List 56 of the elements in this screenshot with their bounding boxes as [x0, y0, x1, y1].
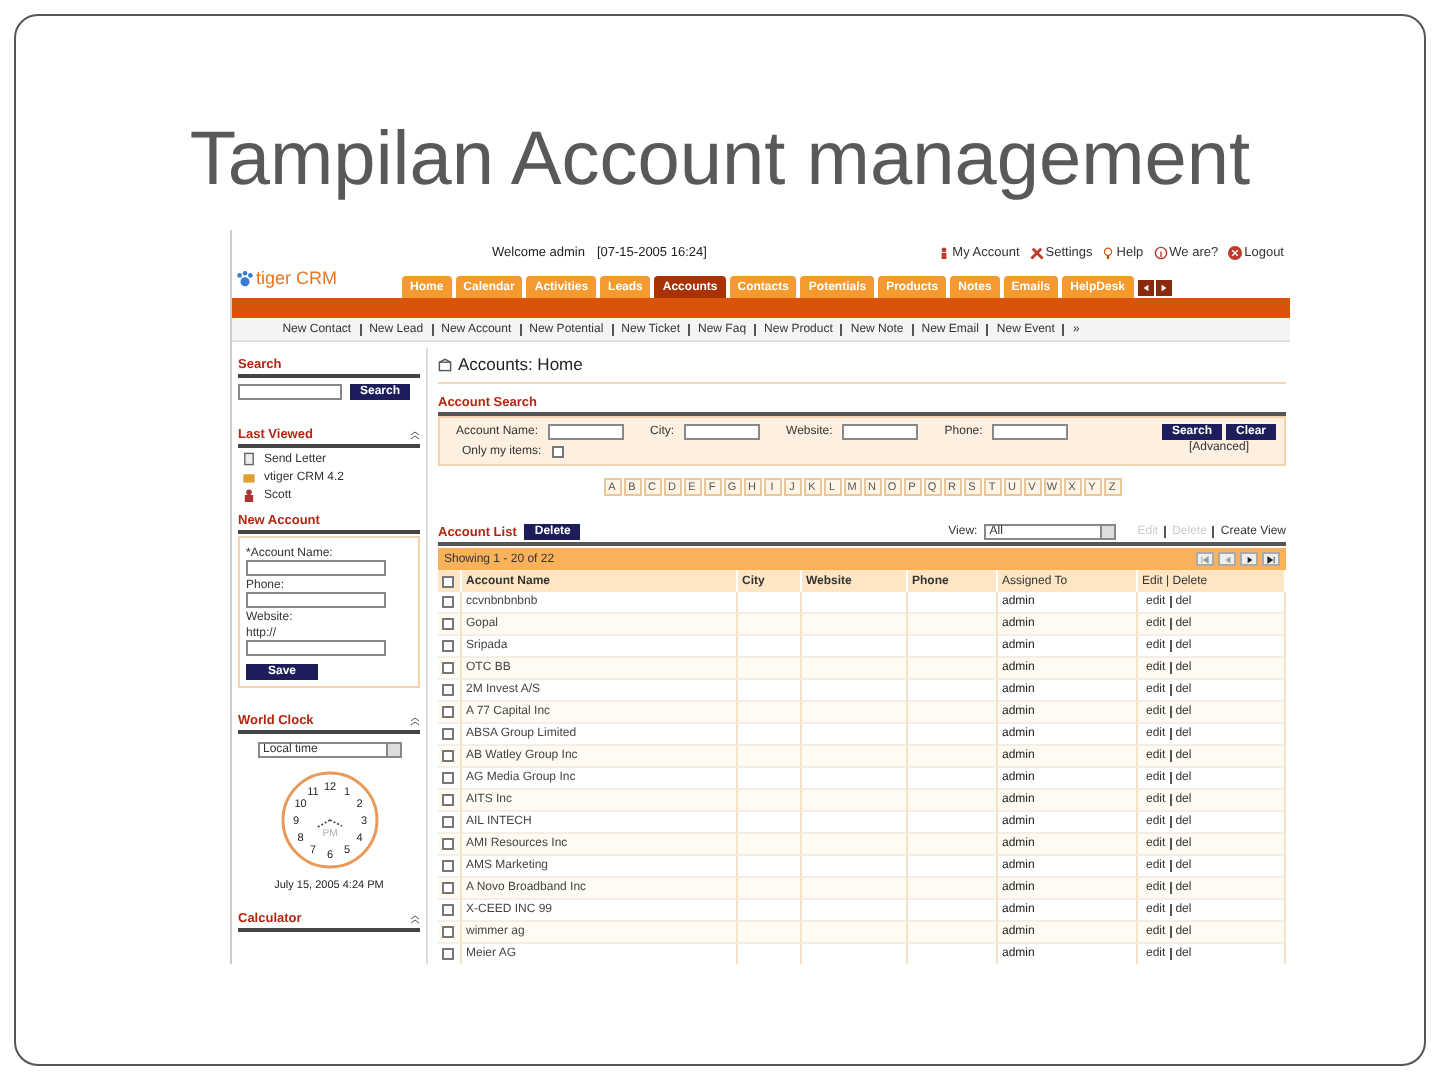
input-field[interactable]	[684, 424, 761, 440]
scroll-left-button[interactable]	[1137, 280, 1153, 296]
row-checkbox[interactable]	[442, 728, 454, 740]
slide-title: Tampilan Account management	[187, 116, 1253, 204]
input-field[interactable]	[548, 424, 625, 440]
scroll-right-button[interactable]	[1155, 280, 1171, 296]
input-field[interactable]	[246, 560, 386, 576]
collapse-icon	[410, 914, 420, 924]
settings-icon	[1029, 245, 1044, 259]
box-icon	[242, 470, 256, 484]
paw-icon	[236, 269, 254, 287]
right-arrow-icon	[1159, 284, 1167, 292]
last-page-button[interactable]	[1262, 552, 1280, 566]
input-field[interactable]	[842, 424, 919, 440]
row-checkbox[interactable]	[442, 750, 454, 762]
person-icon	[938, 245, 951, 259]
row-checkbox[interactable]	[442, 860, 454, 872]
row-checkbox[interactable]	[442, 838, 454, 850]
row-checkbox[interactable]	[442, 816, 454, 828]
row-checkbox[interactable]	[442, 618, 454, 630]
row-checkbox[interactable]	[442, 882, 454, 894]
row-checkbox[interactable]	[442, 794, 454, 806]
row-checkbox[interactable]	[442, 948, 454, 960]
input-field[interactable]	[246, 640, 386, 656]
person-icon	[242, 488, 256, 502]
building-icon	[438, 357, 452, 371]
row-checkbox[interactable]	[442, 926, 454, 938]
document-icon	[242, 452, 256, 466]
input-field[interactable]	[992, 424, 1069, 440]
logout-icon	[1228, 245, 1243, 259]
collapse-icon	[410, 716, 420, 726]
next-page-button[interactable]	[1240, 552, 1258, 566]
info-icon	[1153, 245, 1168, 259]
row-checkbox[interactable]	[442, 684, 454, 696]
logo-text: tiger CRM	[256, 268, 338, 288]
lightbulb-icon	[1102, 245, 1115, 259]
next-icon	[1245, 555, 1253, 563]
row-checkbox[interactable]	[442, 772, 454, 784]
first-page-icon	[1200, 555, 1210, 563]
page-title: Accounts: Home	[458, 354, 583, 374]
collapse-icon	[410, 430, 420, 440]
left-arrow-icon	[1141, 284, 1149, 292]
row-checkbox[interactable]	[442, 640, 454, 652]
row-checkbox[interactable]	[442, 596, 454, 608]
first-page-button[interactable]	[1196, 552, 1214, 566]
checkbox[interactable]	[551, 446, 564, 458]
previous-icon	[1223, 555, 1231, 563]
clock-face	[280, 771, 378, 869]
select-all-checkbox[interactable]	[442, 575, 454, 587]
row-checkbox[interactable]	[442, 904, 454, 916]
last-page-icon	[1266, 555, 1276, 563]
search-field[interactable]	[238, 384, 342, 400]
row-checkbox[interactable]	[442, 706, 454, 718]
row-checkbox[interactable]	[442, 662, 454, 674]
clock-hands	[314, 819, 342, 829]
input-field[interactable]	[246, 592, 386, 608]
